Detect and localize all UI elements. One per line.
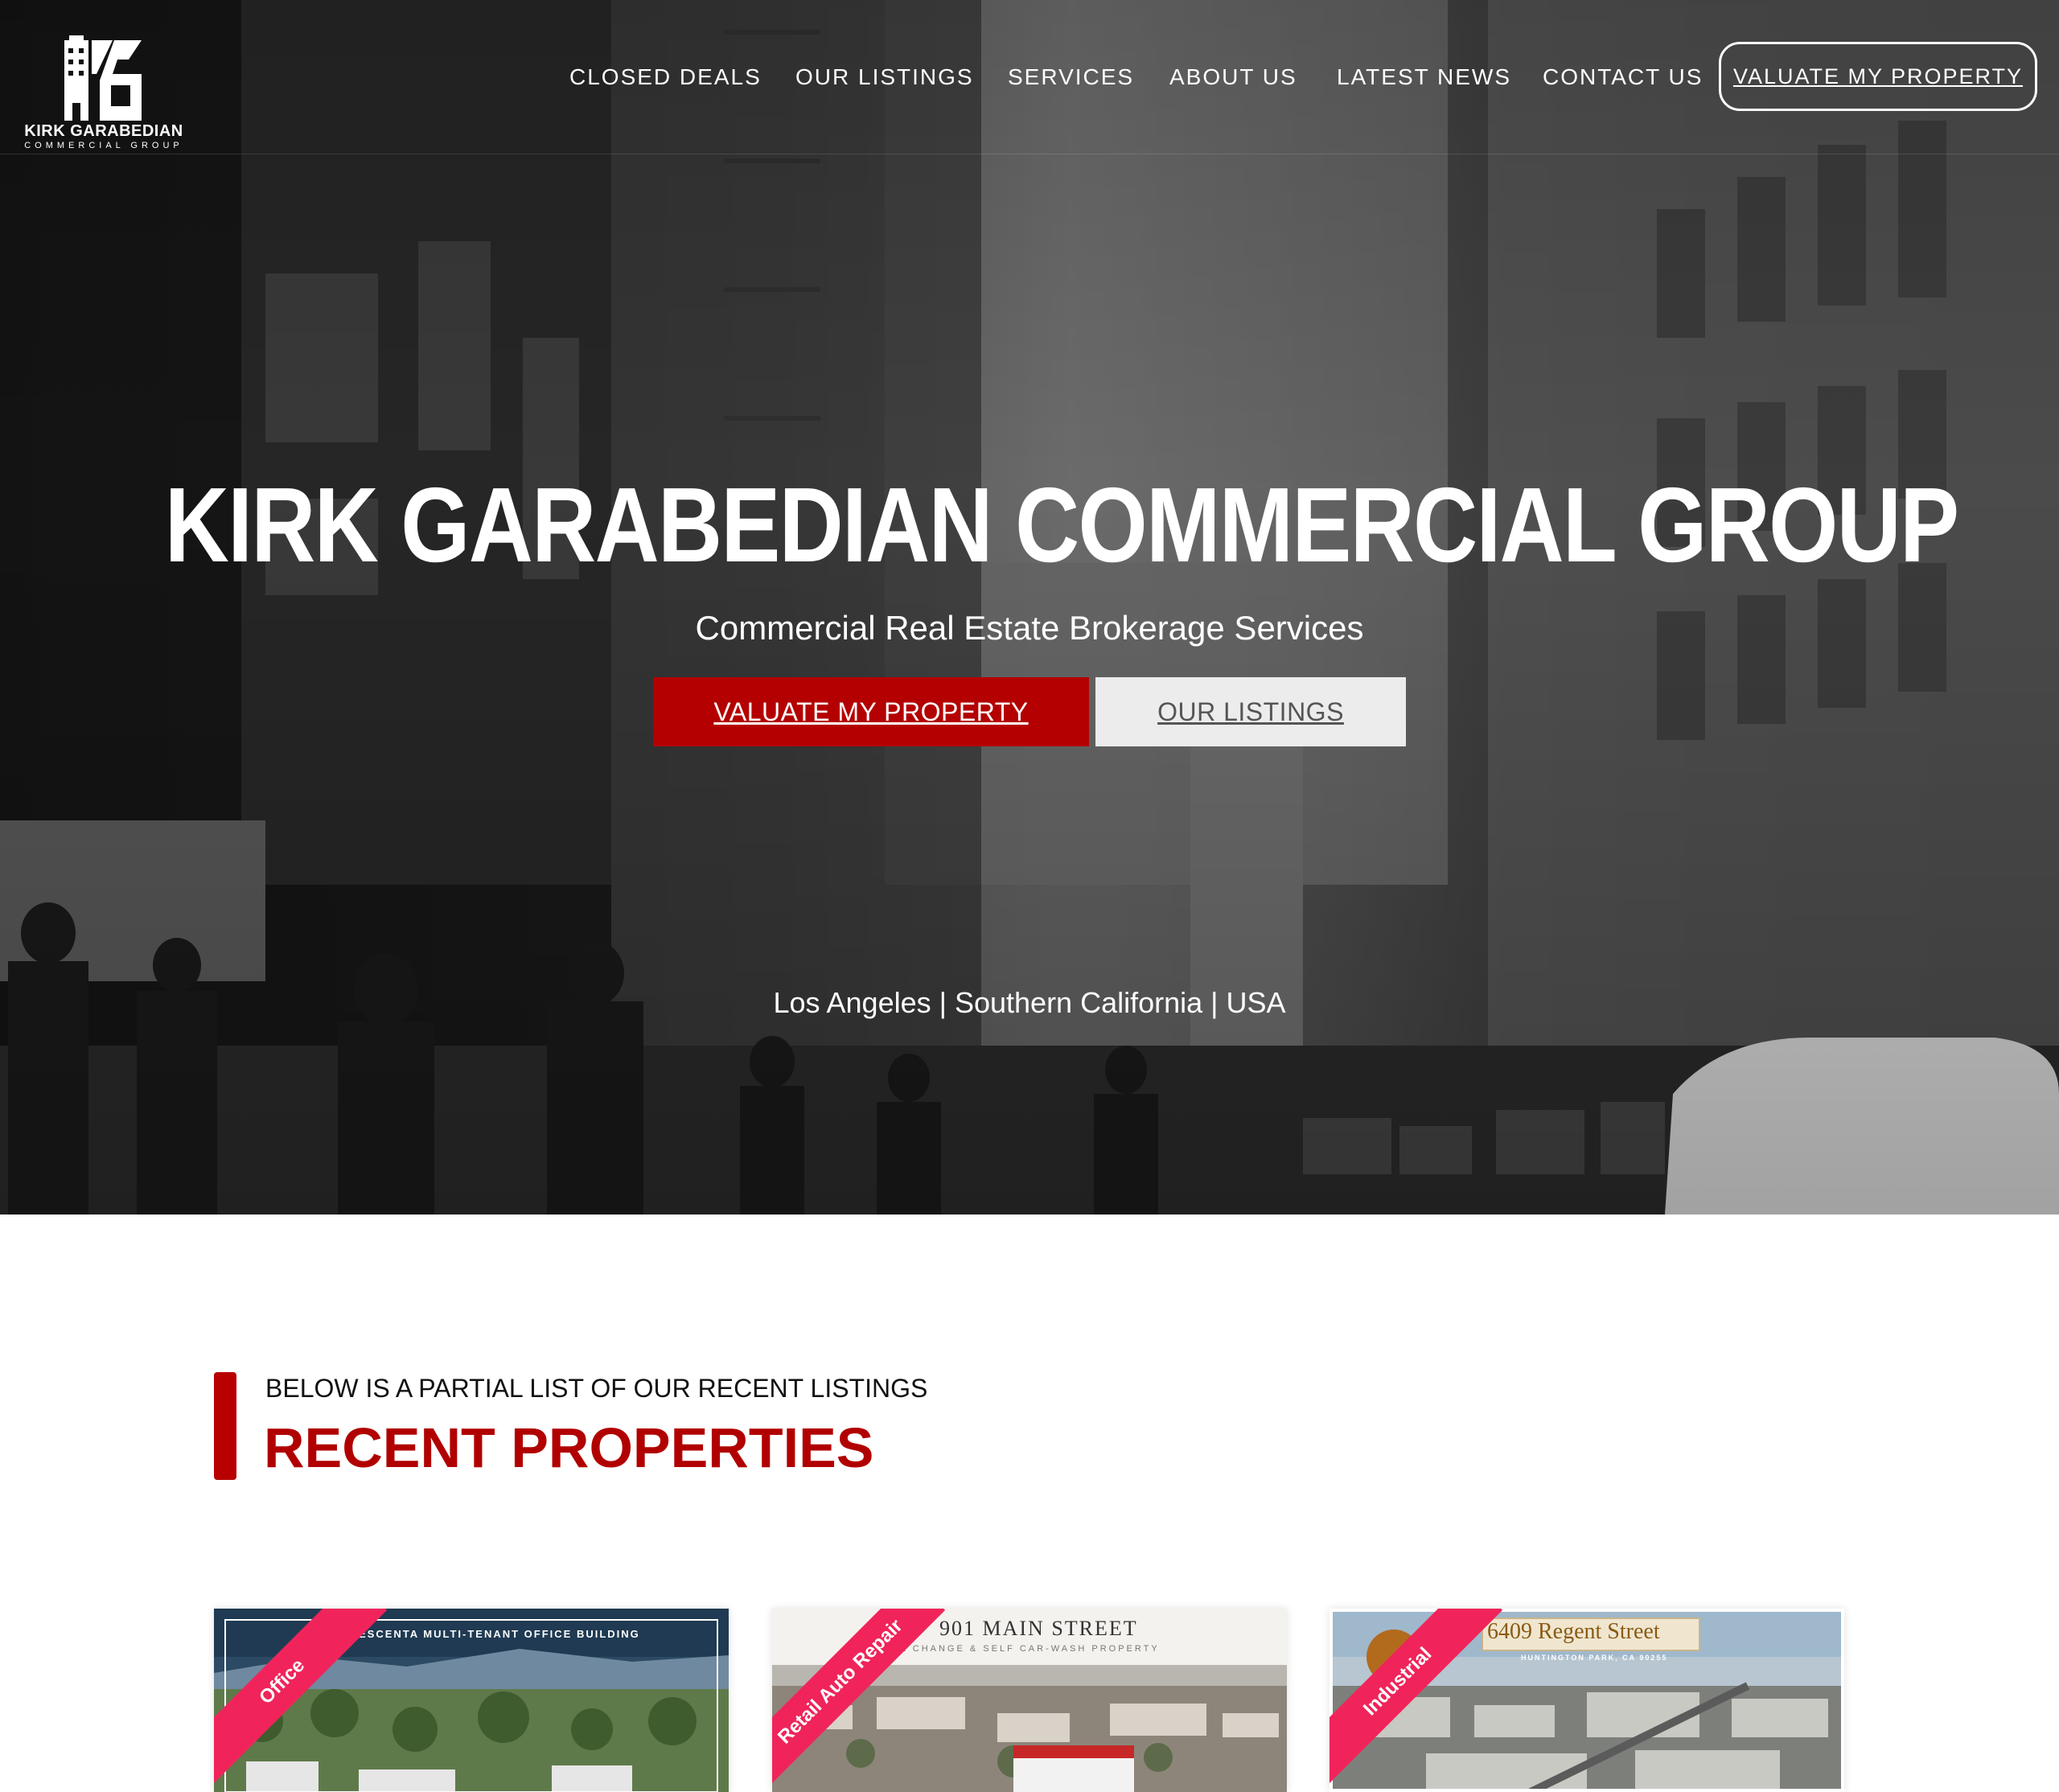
- property-card-retail-auto-repair[interactable]: 901 MAIN STREET L CHANGE & SELF CAR-WASH…: [772, 1609, 1287, 1792]
- hero-subtitle: Commercial Real Estate Brokerage Service…: [695, 609, 1364, 647]
- nav-closed-deals[interactable]: CLOSED DEALS: [569, 64, 762, 90]
- hero-title: KIRK GARABEDIAN COMMERCIAL GROUP: [164, 466, 1959, 584]
- brand-name: KIRK GARABEDIAN: [24, 122, 183, 140]
- property-card-industrial[interactable]: 6409 Regent Street HUNTINGTON PARK, CA 9…: [1330, 1609, 1844, 1792]
- nav-contact-us[interactable]: CONTACT US: [1543, 64, 1703, 90]
- property-caption: 6409 Regent Street: [1487, 1619, 1660, 1644]
- property-caption: ESCENTA MULTI-TENANT OFFICE BUILDING: [359, 1628, 640, 1640]
- hero-listings-button[interactable]: OUR LISTINGS: [1095, 677, 1406, 746]
- property-card-office[interactable]: ESCENTA MULTI-TENANT OFFICE BUILDING Off…: [214, 1609, 729, 1792]
- hero-location: Los Angeles | Southern California | USA: [773, 986, 1286, 1019]
- nav-latest-news[interactable]: LATEST NEWS: [1337, 64, 1511, 90]
- property-caption: 901 MAIN STREET: [939, 1617, 1138, 1640]
- section-title: RECENT PROPERTIES: [264, 1416, 874, 1479]
- nav-services[interactable]: SERVICES: [1008, 64, 1134, 90]
- hero-overlay: [0, 0, 2059, 1215]
- brand-subtitle: COMMERCIAL GROUP: [24, 141, 183, 150]
- kg-building-logo-icon: [64, 35, 142, 121]
- site-header: KIRK GARABEDIAN COMMERCIAL GROUP CLOSED …: [0, 0, 2059, 154]
- property-caption-sub: HUNTINGTON PARK, CA 90255: [1521, 1654, 1668, 1662]
- section-accent-bar: [214, 1372, 236, 1480]
- hero-valuate-button[interactable]: VALUATE MY PROPERTY: [653, 677, 1089, 746]
- header-valuate-button[interactable]: VALUATE MY PROPERTY: [1719, 42, 2037, 111]
- nav-our-listings[interactable]: OUR LISTINGS: [795, 64, 974, 90]
- nav-about-us[interactable]: ABOUT US: [1169, 64, 1297, 90]
- section-kicker: BELOW IS A PARTIAL LIST OF OUR RECENT LI…: [265, 1374, 928, 1403]
- property-caption-sub: L CHANGE & SELF CAR-WASH PROPERTY: [901, 1644, 1160, 1654]
- hero-section: KIRK GARABEDIAN COMMERCIAL GROUP CLOSED …: [0, 0, 2059, 1215]
- brand-logo[interactable]: KIRK GARABEDIAN COMMERCIAL GROUP: [23, 35, 185, 156]
